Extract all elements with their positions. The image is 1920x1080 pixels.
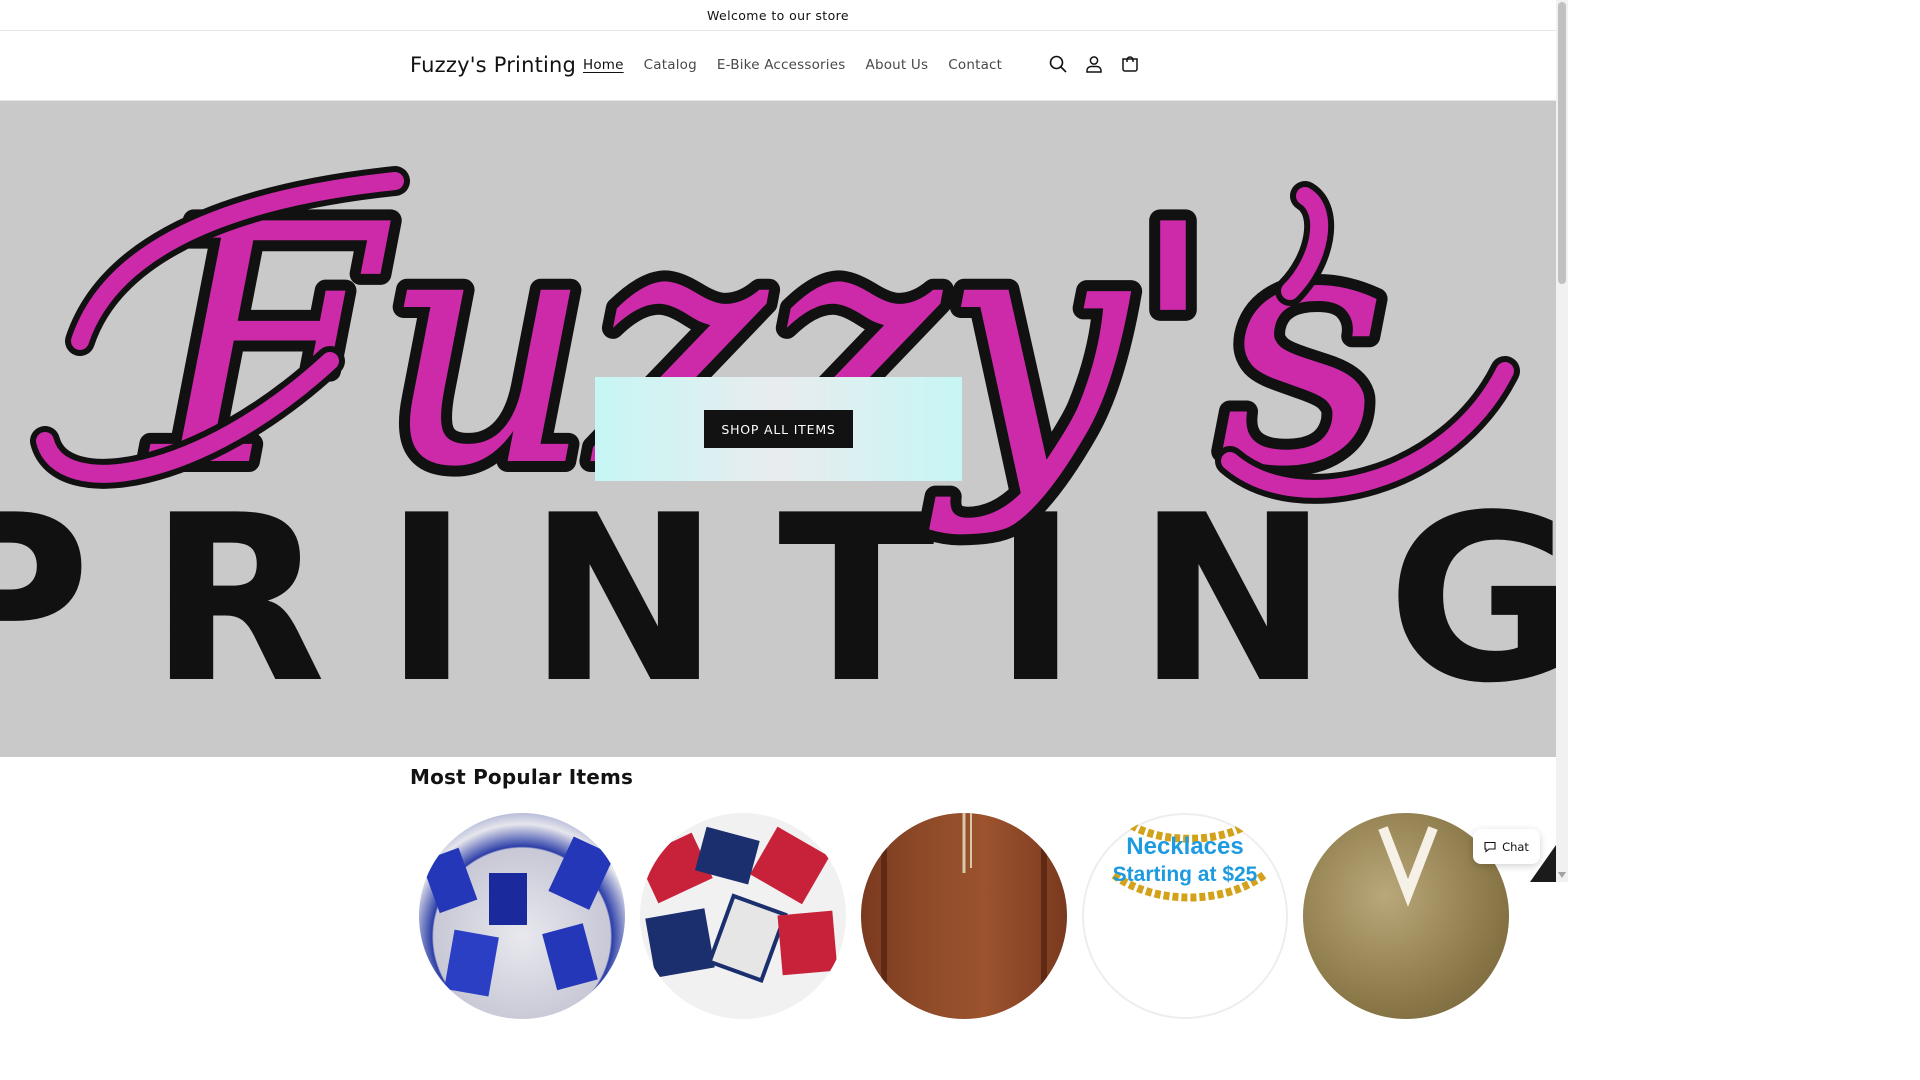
chat-icon — [1484, 841, 1496, 853]
product-card[interactable]: Necklaces Starting at $25 — [1082, 813, 1288, 1019]
header-icons — [1046, 52, 1142, 76]
shop-all-items-button[interactable]: SHOP ALL ITEMS — [704, 410, 853, 448]
product-image — [640, 826, 838, 984]
chat-label: Chat — [1502, 839, 1529, 854]
nav-ebike-accessories[interactable]: E-Bike Accessories — [717, 57, 846, 73]
nav-catalog[interactable]: Catalog — [644, 57, 697, 73]
corner-decoration — [1530, 845, 1556, 882]
announcement-text: Welcome to our store — [707, 7, 849, 23]
account-icon[interactable] — [1082, 52, 1106, 76]
product-text-line1: Necklaces — [1126, 833, 1244, 860]
scrollbar-thumb[interactable] — [1558, 2, 1566, 284]
nav-home[interactable]: Home — [583, 57, 624, 73]
site-header: Fuzzy's Printing Home Catalog E-Bike Acc… — [0, 32, 1556, 101]
section-title: Most Popular Items — [410, 765, 634, 789]
main-nav: Home Catalog E-Bike Accessories About Us… — [583, 57, 1002, 73]
product-image — [420, 836, 615, 997]
hero-banner: PRINTING Fuzzy's Fuzzy's SHOP ALL ITEMS — [0, 101, 1556, 757]
product-image — [881, 813, 1047, 1019]
store-logo[interactable]: Fuzzy's Printing — [410, 53, 576, 77]
announcement-bar: Welcome to our store — [0, 0, 1556, 31]
product-card[interactable] — [419, 813, 625, 1019]
search-icon[interactable] — [1046, 52, 1070, 76]
nav-about-us[interactable]: About Us — [866, 57, 929, 73]
product-text-line2: Starting at $25 — [1112, 863, 1258, 886]
nav-contact[interactable]: Contact — [948, 57, 1002, 73]
scroll-down-arrow-icon[interactable] — [1558, 870, 1566, 880]
page-scrollbar[interactable] — [1556, 0, 1568, 882]
product-card[interactable] — [640, 813, 846, 1019]
product-card[interactable] — [861, 813, 1067, 1019]
hero-content-box: SHOP ALL ITEMS — [595, 377, 962, 481]
cart-icon[interactable] — [1118, 52, 1142, 76]
